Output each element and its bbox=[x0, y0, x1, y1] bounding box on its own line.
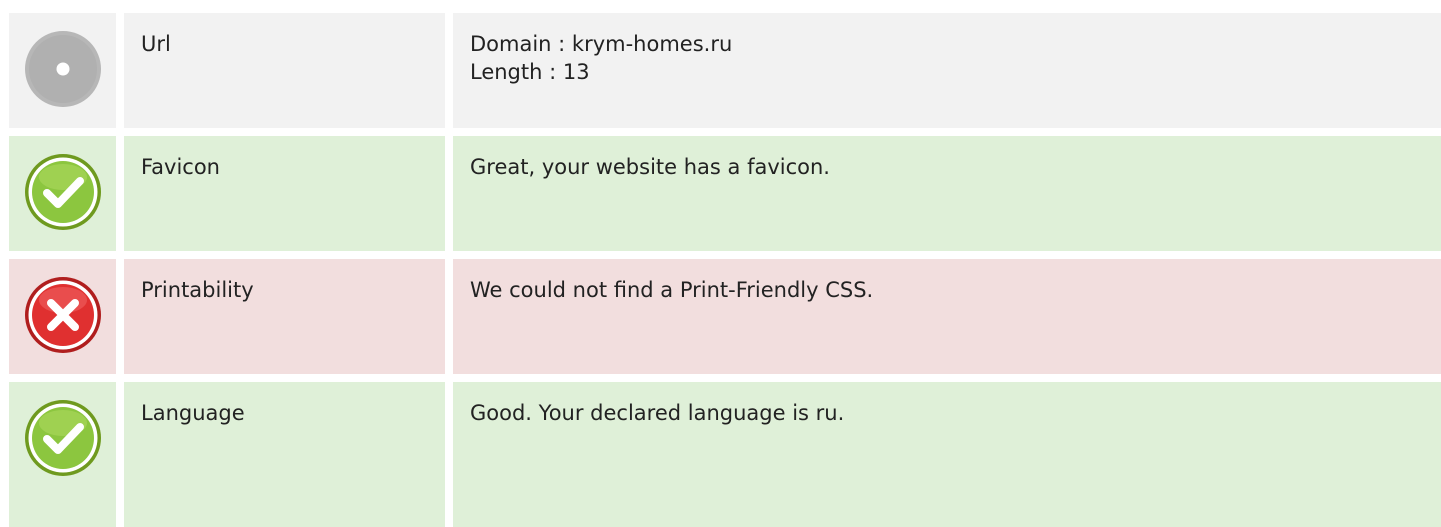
status-cell bbox=[9, 13, 116, 128]
length-text: Length : 13 bbox=[470, 60, 590, 84]
row-value: We could not find a Print-Friendly CSS. bbox=[453, 259, 1441, 374]
check-circle-icon bbox=[24, 400, 101, 476]
row-label: Language bbox=[124, 382, 445, 527]
favicon-result-text: Great, your website has a favicon. bbox=[470, 155, 830, 179]
row-value: Domain : krym-homes.ru Length : 13 bbox=[453, 13, 1441, 128]
report-row-favicon: Favicon Great, your website has a favico… bbox=[9, 136, 1441, 251]
seo-report-table: Url Domain : krym-homes.ru Length : 13 F… bbox=[9, 13, 1441, 527]
report-row-printability: Printability We could not find a Print-F… bbox=[9, 259, 1441, 374]
check-circle-icon bbox=[24, 154, 101, 230]
status-cell bbox=[9, 382, 116, 527]
row-label: Favicon bbox=[124, 136, 445, 251]
printability-result-text: We could not find a Print-Friendly CSS. bbox=[470, 278, 874, 302]
info-circle-icon bbox=[24, 31, 101, 107]
report-row-url: Url Domain : krym-homes.ru Length : 13 bbox=[9, 13, 1441, 128]
cross-circle-icon bbox=[24, 277, 101, 353]
row-value: Great, your website has a favicon. bbox=[453, 136, 1441, 251]
status-cell bbox=[9, 136, 116, 251]
domain-text: Domain : krym-homes.ru bbox=[470, 32, 733, 56]
language-result-text: Good. Your declared language is ru. bbox=[470, 401, 845, 425]
report-row-language: Language Good. Your declared language is… bbox=[9, 382, 1441, 527]
row-value: Good. Your declared language is ru. bbox=[453, 382, 1441, 527]
row-label: Printability bbox=[124, 259, 445, 374]
row-label: Url bbox=[124, 13, 445, 128]
status-cell bbox=[9, 259, 116, 374]
